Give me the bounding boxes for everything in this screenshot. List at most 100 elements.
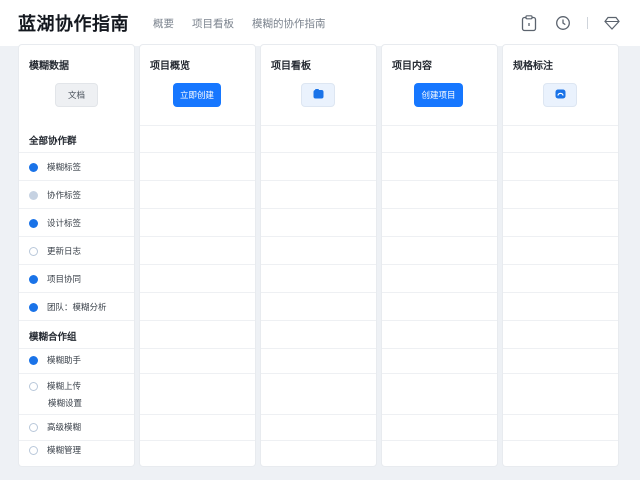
divider xyxy=(140,236,255,237)
sidebar-item-label: 项目协同 xyxy=(47,275,82,285)
divider xyxy=(140,125,255,126)
divider xyxy=(140,292,255,293)
divider xyxy=(19,440,134,441)
column-title: 项目内容 xyxy=(392,61,432,72)
doc-button[interactable]: 文档 xyxy=(55,83,98,107)
divider xyxy=(382,236,497,237)
sidebar-item-label: 模糊助手 xyxy=(47,356,82,366)
divider xyxy=(261,236,376,237)
divider xyxy=(503,348,618,349)
divider xyxy=(503,125,618,126)
circle-icon xyxy=(29,162,38,172)
section-title: 全部协作群 xyxy=(29,136,77,147)
circle-icon xyxy=(29,218,38,228)
divider xyxy=(503,414,618,415)
cloud-icon xyxy=(555,89,566,102)
divider xyxy=(503,236,618,237)
circle-icon xyxy=(29,302,38,312)
sidebar-item-label: 模糊上传 xyxy=(47,382,82,392)
nav-item-board[interactable]: 项目看板 xyxy=(192,16,234,31)
divider xyxy=(503,320,618,321)
divider xyxy=(503,440,618,441)
divider xyxy=(261,414,376,415)
column-board: 项目看板 xyxy=(261,45,376,466)
divider xyxy=(503,373,618,374)
divider xyxy=(140,264,255,265)
divider xyxy=(140,440,255,441)
section-title: 模糊合作组 xyxy=(29,332,77,343)
divider xyxy=(382,208,497,209)
divider xyxy=(261,125,376,126)
divider xyxy=(382,180,497,181)
divider xyxy=(140,348,255,349)
circle-icon xyxy=(29,355,38,365)
divider xyxy=(503,264,618,265)
divider xyxy=(261,348,376,349)
top-actions xyxy=(519,0,622,46)
divider xyxy=(19,152,134,153)
divider xyxy=(19,320,134,321)
column-title: 项目看板 xyxy=(271,61,311,72)
sidebar-item-label: 模糊标签 xyxy=(47,163,82,173)
divider xyxy=(19,208,134,209)
circle-icon xyxy=(29,381,38,391)
clipboard-icon[interactable] xyxy=(519,13,539,33)
divider xyxy=(261,292,376,293)
divider xyxy=(382,125,497,126)
divider xyxy=(261,264,376,265)
sidebar-item[interactable]: 协作标签 xyxy=(29,189,81,201)
sidebar-item-label: 团队：模糊分析 xyxy=(47,303,107,313)
divider xyxy=(140,320,255,321)
column-content: 项目内容 创建项目 xyxy=(382,45,497,466)
divider xyxy=(19,414,134,415)
folder-button[interactable] xyxy=(301,83,335,107)
circle-icon xyxy=(29,246,38,256)
sidebar-item[interactable]: 高级模糊 xyxy=(29,421,81,433)
diamond-icon[interactable] xyxy=(602,13,622,33)
sidebar-item[interactable]: 模糊上传 xyxy=(29,380,81,392)
divider xyxy=(19,373,134,374)
divider xyxy=(503,208,618,209)
sidebar-item[interactable]: 团队：模糊分析 xyxy=(29,301,107,313)
divider xyxy=(503,180,618,181)
divider xyxy=(382,373,497,374)
sidebar-item-label: 设计标签 xyxy=(47,219,82,229)
divider xyxy=(261,373,376,374)
circle-icon xyxy=(29,422,38,432)
circle-icon xyxy=(29,445,38,455)
sidebar-item[interactable]: 更新日志 xyxy=(29,245,81,257)
sidebar-subitem[interactable]: 模糊设置 xyxy=(48,397,82,409)
create-project-button[interactable]: 创建项目 xyxy=(414,83,463,107)
sidebar-item[interactable]: 设计标签 xyxy=(29,217,81,229)
divider xyxy=(382,320,497,321)
divider xyxy=(261,208,376,209)
nav-item-overview[interactable]: 概要 xyxy=(153,16,174,31)
divider xyxy=(140,208,255,209)
column-title: 项目概览 xyxy=(150,61,190,72)
sidebar-item-label: 协作标签 xyxy=(47,191,82,201)
column-title: 规格标注 xyxy=(513,61,553,72)
sidebar-item[interactable]: 模糊管理 xyxy=(29,444,81,456)
column-overview: 项目概览 立即创建 xyxy=(140,45,255,466)
nav-item-guide[interactable]: 模糊的协作指南 xyxy=(252,16,326,31)
divider xyxy=(19,264,134,265)
column-specs: 规格标注 xyxy=(503,45,618,466)
divider xyxy=(261,440,376,441)
cloud-button[interactable] xyxy=(543,83,577,107)
circle-icon xyxy=(29,190,38,200)
divider xyxy=(140,373,255,374)
divider xyxy=(382,152,497,153)
divider xyxy=(503,292,618,293)
toolbar-divider xyxy=(587,17,588,29)
divider xyxy=(140,152,255,153)
sidebar-item[interactable]: 模糊标签 xyxy=(29,161,81,173)
create-button[interactable]: 立即创建 xyxy=(173,83,221,107)
sidebar-item-label: 模糊管理 xyxy=(47,446,82,456)
sidebar-item[interactable]: 项目协同 xyxy=(29,273,81,285)
column-data: 模糊数据 文档 全部协作群 模糊标签 协作标签 设计标签 更新日志 项目协同 团… xyxy=(19,45,134,466)
clock-icon[interactable] xyxy=(553,13,573,33)
sidebar-item[interactable]: 模糊助手 xyxy=(29,354,81,366)
top-nav: 概要 项目看板 模糊的协作指南 xyxy=(153,16,326,31)
divider xyxy=(140,180,255,181)
divider xyxy=(382,440,497,441)
